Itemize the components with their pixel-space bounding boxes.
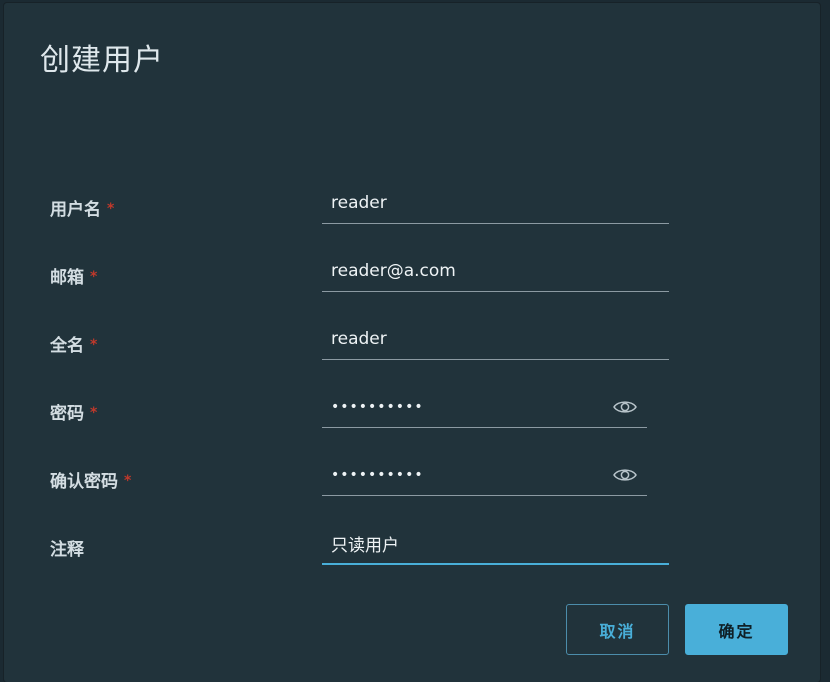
fullname-label: 全名 *: [50, 336, 98, 356]
password-field-wrapper: [322, 389, 647, 428]
required-marker: *: [107, 201, 115, 217]
required-marker: *: [90, 337, 98, 353]
required-marker: *: [124, 473, 132, 489]
form-row-fullname: 全名 *: [4, 321, 820, 361]
eye-icon[interactable]: [613, 398, 637, 416]
username-input[interactable]: [322, 185, 669, 221]
username-label: 用户名 *: [50, 200, 115, 220]
confirm-button[interactable]: 确定: [685, 604, 788, 655]
required-marker: *: [90, 269, 98, 285]
eye-icon[interactable]: [613, 466, 637, 484]
confirm-password-field-wrapper: [322, 457, 647, 496]
cancel-button[interactable]: 取消: [566, 604, 669, 655]
form-row-username: 用户名 *: [4, 185, 820, 225]
form-row-comment: 注释: [4, 525, 820, 565]
comment-input[interactable]: [322, 525, 669, 561]
username-field-wrapper: [322, 185, 669, 224]
comment-label: 注释: [50, 540, 84, 560]
form-row-confirm-password: 确认密码 *: [4, 457, 820, 497]
form-row-password: 密码 *: [4, 389, 820, 429]
email-label: 邮箱 *: [50, 268, 98, 288]
email-input[interactable]: [322, 253, 669, 289]
comment-field-wrapper: [322, 525, 669, 565]
email-field-wrapper: [322, 253, 669, 292]
password-label: 密码 *: [50, 404, 98, 424]
dialog-title: 创建用户: [40, 43, 164, 78]
password-input[interactable]: [322, 389, 647, 425]
confirm-password-label: 确认密码 *: [50, 472, 132, 492]
create-user-dialog: 创建用户 用户名* 邮箱* 全名* 密码* 确认密码*: [4, 3, 820, 682]
required-marker: *: [90, 405, 98, 421]
confirm-password-input[interactable]: [322, 457, 647, 493]
fullname-field-wrapper: [322, 321, 669, 360]
form-row-email: 邮箱 *: [4, 253, 820, 293]
fullname-input[interactable]: [322, 321, 669, 357]
